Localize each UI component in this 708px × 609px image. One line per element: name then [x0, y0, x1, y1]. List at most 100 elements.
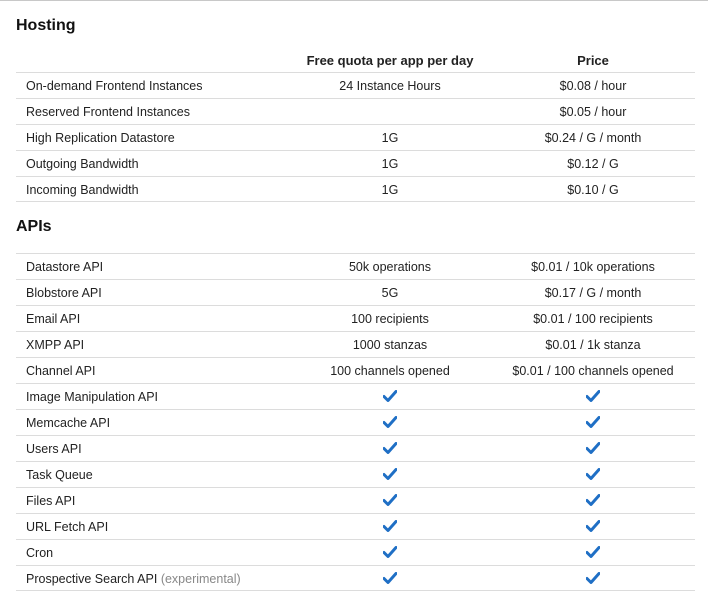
- row-name-text: Channel API: [26, 364, 96, 378]
- price-cell: $0.08 / hour: [559, 79, 627, 93]
- table-row: Cron: [16, 539, 695, 565]
- price-cell: $0.05 / hour: [559, 105, 627, 119]
- quota-cell: 100 recipients: [351, 312, 429, 326]
- row-name: Outgoing Bandwidth: [26, 157, 139, 171]
- checkmark-icon: [383, 572, 397, 584]
- price-cell: $0.10 / G: [567, 183, 619, 197]
- price-cell: $0.01 / 1k stanza: [545, 338, 641, 352]
- checkmark-icon: [586, 468, 600, 480]
- quota-column-header: Free quota per app per day: [306, 53, 474, 68]
- row-name-text: Incoming Bandwidth: [26, 183, 139, 197]
- price-cell: $0.01 / 100 channels opened: [512, 364, 674, 378]
- table-row: Incoming Bandwidth 1G $0.10 / G: [16, 176, 695, 202]
- row-name: Image Manipulation API: [26, 390, 158, 404]
- row-name-text: Task Queue: [26, 468, 93, 482]
- row-name-text: Files API: [26, 494, 76, 508]
- table-row: URL Fetch API: [16, 513, 695, 539]
- top-divider: [0, 0, 708, 1]
- row-name-text: Outgoing Bandwidth: [26, 157, 139, 171]
- table-row: Channel API 100 channels opened $0.01 / 10…: [16, 357, 695, 383]
- checkmark-icon: [586, 390, 600, 402]
- checkmark-icon: [383, 520, 397, 532]
- checkmark-icon: [586, 572, 600, 584]
- checkmark-icon: [383, 442, 397, 454]
- quota-cell: 1G: [381, 183, 399, 197]
- table-row: Image Manipulation API: [16, 383, 695, 409]
- checkmark-icon: [586, 442, 600, 454]
- row-name-text: Memcache API: [26, 416, 111, 430]
- apis-heading: APIs: [16, 218, 52, 235]
- table-row: Prospective Search API (experimental): [16, 565, 695, 591]
- quota-cell: 24 Instance Hours: [339, 79, 441, 93]
- table-row: Datastore API 50k operations $0.01 / 10k o…: [16, 253, 695, 279]
- row-name: High Replication Datastore: [26, 131, 175, 145]
- price-column-header: Price: [577, 53, 609, 68]
- quota-cell: [290, 416, 490, 431]
- price-cell: $0.01 / 10k operations: [531, 260, 655, 274]
- row-note: (experimental): [160, 572, 241, 586]
- checkmark-icon: [383, 416, 397, 428]
- quota-cell: [290, 546, 490, 561]
- price-cell: [493, 390, 693, 405]
- row-name: Reserved Frontend Instances: [26, 105, 190, 119]
- quota-cell: 100 channels opened: [330, 364, 450, 378]
- row-name: Memcache API: [26, 416, 110, 430]
- row-name: Email API: [26, 312, 80, 326]
- row-name-text: Email API: [26, 312, 81, 326]
- row-name-text: XMPP API: [26, 338, 85, 352]
- price-cell: [493, 468, 693, 483]
- row-name-text: On-demand Frontend Instances: [26, 79, 203, 93]
- row-name-text: Prospective Search API: [26, 572, 158, 586]
- table-row: On-demand Frontend Instances 24 Instance …: [16, 72, 695, 98]
- quota-cell: [290, 520, 490, 535]
- table-row: Memcache API: [16, 409, 695, 435]
- price-cell: [493, 494, 693, 509]
- table-row: Users API: [16, 435, 695, 461]
- price-cell: [493, 572, 693, 587]
- price-cell: $0.01 / 100 recipients: [533, 312, 653, 326]
- row-name-text: URL Fetch API: [26, 520, 109, 534]
- row-name: URL Fetch API: [26, 520, 108, 534]
- price-cell: [493, 442, 693, 457]
- table-row: Blobstore API 5G $0.17 / G / month: [16, 279, 695, 305]
- row-name: Cron: [26, 546, 53, 560]
- row-name-text: Datastore API: [26, 260, 104, 274]
- table-row: Files API: [16, 487, 695, 513]
- table-row: Task Queue: [16, 461, 695, 487]
- row-name: Incoming Bandwidth: [26, 183, 139, 197]
- checkmark-icon: [383, 390, 397, 402]
- row-name-text: Reserved Frontend Instances: [26, 105, 190, 119]
- row-name: Datastore API: [26, 260, 103, 274]
- quota-cell: 1000 stanzas: [352, 338, 428, 352]
- checkmark-icon: [383, 494, 397, 506]
- row-name: Files API: [26, 494, 75, 508]
- price-cell: [493, 520, 693, 535]
- price-cell: $0.12 / G: [567, 157, 619, 171]
- row-name-text: Users API: [26, 442, 82, 456]
- row-name: Channel API: [26, 364, 96, 378]
- row-name-text: Image Manipulation API: [26, 390, 159, 404]
- row-name: XMPP API: [26, 338, 84, 352]
- checkmark-icon: [586, 520, 600, 532]
- table-row: Outgoing Bandwidth 1G $0.12 / G: [16, 150, 695, 176]
- table-row: Email API 100 recipients $0.01 / 100 recip…: [16, 305, 695, 331]
- row-name: Users API: [26, 442, 82, 456]
- checkmark-icon: [586, 416, 600, 428]
- row-name-text: Cron: [26, 546, 54, 560]
- quota-cell: [290, 390, 490, 405]
- checkmark-icon: [586, 546, 600, 558]
- checkmark-icon: [383, 546, 397, 558]
- quota-cell: 1G: [381, 131, 399, 145]
- row-name: Prospective Search API (experimental): [26, 572, 241, 586]
- quota-cell: [290, 572, 490, 587]
- table-row: Reserved Frontend Instances $0.05 / hour: [16, 98, 695, 124]
- table-row: High Replication Datastore 1G $0.24 / G / …: [16, 124, 695, 150]
- price-cell: $0.24 / G / month: [544, 131, 642, 145]
- quota-cell: 50k operations: [348, 260, 431, 274]
- quota-cell: [290, 494, 490, 509]
- row-name: Task Queue: [26, 468, 93, 482]
- quota-cell: [290, 468, 490, 483]
- row-name: On-demand Frontend Instances: [26, 79, 203, 93]
- quota-cell: 1G: [381, 157, 399, 171]
- price-cell: [493, 416, 693, 431]
